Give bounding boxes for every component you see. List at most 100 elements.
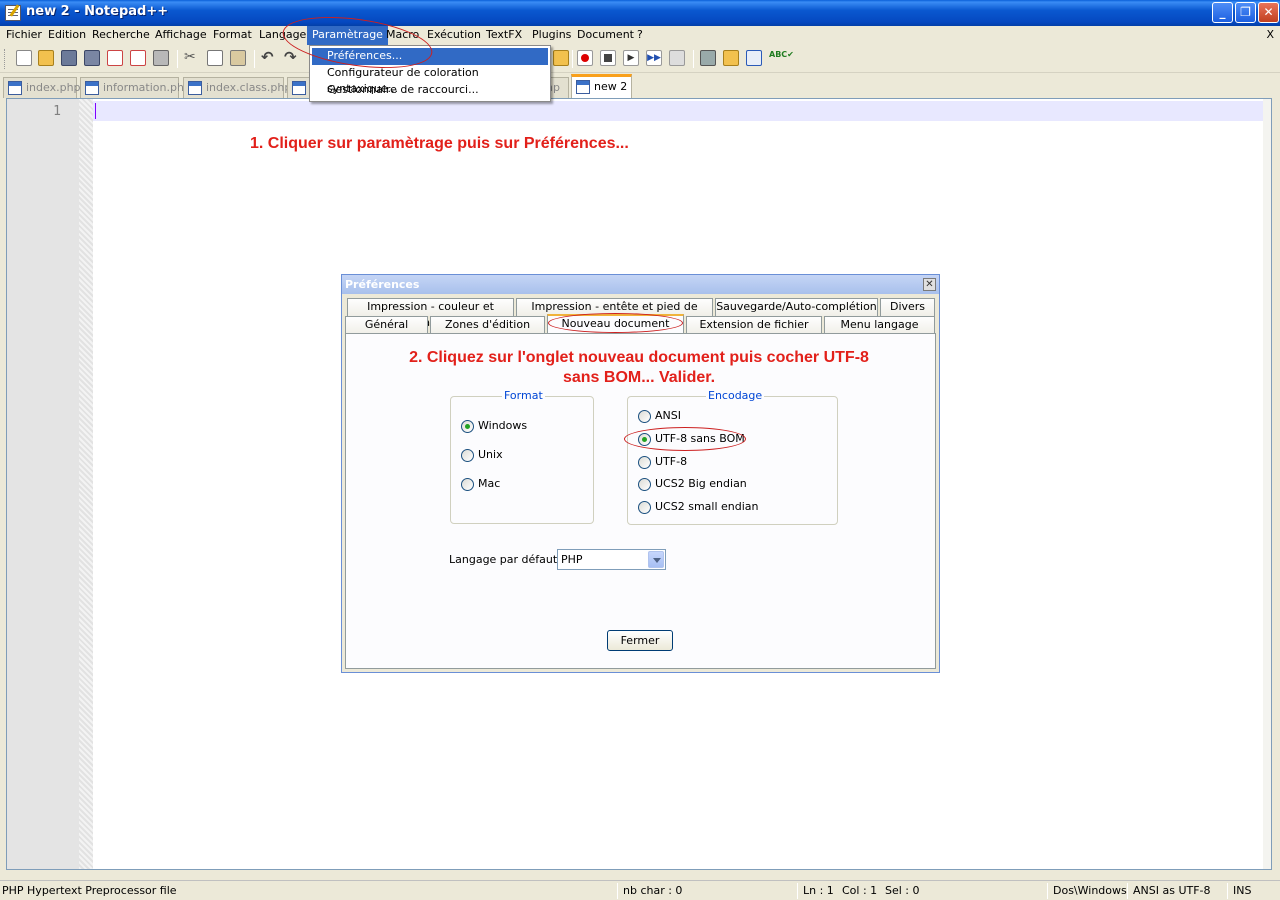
menu-affichage[interactable]: Affichage bbox=[150, 26, 212, 45]
menu-edition[interactable]: Edition bbox=[43, 26, 91, 45]
tab-menu-langage[interactable]: Menu langage bbox=[824, 316, 935, 334]
instruction-step-2: 2. Cliquez sur l'onglet nouveau document… bbox=[404, 348, 874, 388]
document-close-button[interactable]: X bbox=[1266, 26, 1274, 44]
radio-label: Mac bbox=[478, 477, 501, 490]
menu-textfx[interactable]: TextFX bbox=[481, 26, 527, 45]
radio-button[interactable] bbox=[638, 456, 651, 469]
radio-label: UCS2 Big endian bbox=[655, 477, 747, 490]
highlight-ellipse-nouveau-document bbox=[548, 313, 683, 333]
encodage-group-title: Encodage bbox=[706, 389, 765, 402]
vertical-scrollbar[interactable] bbox=[1263, 99, 1271, 869]
line-number-gutter: 1 bbox=[7, 99, 79, 869]
paste-icon[interactable] bbox=[230, 50, 246, 66]
php-file-icon bbox=[292, 81, 306, 95]
tab-divers[interactable]: Divers bbox=[880, 298, 935, 316]
new-file-icon[interactable] bbox=[16, 50, 32, 66]
stop-macro-icon[interactable] bbox=[600, 50, 616, 66]
default-language-select[interactable]: PHP bbox=[557, 549, 666, 570]
menu-item-style-configurator[interactable]: Configurateur de coloration syntaxique..… bbox=[312, 65, 548, 95]
undo-icon[interactable]: ↶ bbox=[261, 50, 277, 66]
toolbar-separator bbox=[693, 50, 694, 68]
status-selection: Sel : 0 bbox=[885, 884, 920, 897]
status-file-type: PHP Hypertext Preprocessor file bbox=[2, 884, 177, 897]
radio-label: ANSI bbox=[655, 409, 681, 422]
radio-label: UCS2 small endian bbox=[655, 500, 759, 513]
radio-button[interactable] bbox=[638, 501, 651, 514]
record-macro-icon[interactable] bbox=[577, 50, 593, 66]
minimize-button[interactable]: _ bbox=[1212, 2, 1233, 23]
menu-execution[interactable]: Exécution bbox=[422, 26, 486, 45]
toolbar: ✂ ↶ ↷ ▶ ▶▶ ABC✔ bbox=[0, 45, 1280, 73]
menu-plugins[interactable]: Plugins bbox=[527, 26, 576, 45]
redo-icon[interactable]: ↷ bbox=[284, 50, 300, 66]
tab-index-class-php[interactable]: index.class.php bbox=[183, 77, 291, 98]
radio-button[interactable] bbox=[638, 478, 651, 491]
tab-zones-edition[interactable]: Zones d'édition bbox=[430, 316, 545, 334]
status-line: Ln : 1 bbox=[803, 884, 834, 897]
status-separator bbox=[1047, 883, 1048, 899]
tab-extension-fichier[interactable]: Extension de fichier bbox=[686, 316, 822, 334]
dialog-close-button[interactable]: ✕ bbox=[923, 278, 936, 291]
menu-help[interactable]: ? bbox=[632, 26, 648, 45]
cut-icon[interactable]: ✂ bbox=[184, 50, 200, 66]
format-group-title: Format bbox=[502, 389, 545, 402]
tab-general[interactable]: Général bbox=[345, 316, 428, 334]
document-tab-bar: index.php information.php index.class.ph… bbox=[0, 74, 1280, 98]
radio-button[interactable] bbox=[461, 449, 474, 462]
status-separator bbox=[797, 883, 798, 899]
menu-item-shortcut-mapper[interactable]: Gestionnaire de raccourci... bbox=[312, 82, 548, 99]
save-macro-icon[interactable] bbox=[669, 50, 685, 66]
textfx-icon[interactable] bbox=[700, 50, 716, 66]
tab-hidden[interactable] bbox=[287, 77, 311, 98]
status-nb-char: nb char : 0 bbox=[623, 884, 683, 897]
preferences-dialog: Préférences ✕ Impression - couleur et ma… bbox=[341, 274, 940, 673]
tab-sauvegarde[interactable]: Sauvegarde/Auto-complétion bbox=[715, 298, 878, 316]
window-title: new 2 - Notepad++ bbox=[26, 4, 169, 19]
folder-icon[interactable] bbox=[723, 50, 739, 66]
tab-new-2[interactable]: new 2 bbox=[571, 74, 632, 98]
text-caret bbox=[95, 103, 96, 119]
menu-fichier[interactable]: Fichier bbox=[1, 26, 47, 45]
tab-label: information.php bbox=[103, 81, 191, 94]
play-macro-icon[interactable]: ▶ bbox=[623, 50, 639, 66]
line-number: 1 bbox=[53, 104, 61, 119]
php-file-icon bbox=[188, 81, 202, 95]
tab-index-php[interactable]: index.php bbox=[3, 77, 81, 98]
menu-document[interactable]: Document bbox=[572, 26, 639, 45]
file-icon bbox=[576, 80, 590, 94]
radio-label: Unix bbox=[478, 448, 503, 461]
fold-margin[interactable] bbox=[79, 99, 93, 869]
chevron-down-icon[interactable] bbox=[648, 551, 664, 568]
radio-button[interactable] bbox=[461, 420, 474, 433]
status-encoding: ANSI as UTF-8 bbox=[1133, 884, 1211, 897]
dialog-title-bar: Préférences ✕ bbox=[342, 275, 939, 294]
tab-impression-couleur[interactable]: Impression - couleur et marge bbox=[347, 298, 514, 329]
menu-bar: Fichier Edition Recherche Affichage Form… bbox=[0, 26, 1280, 45]
close-all-icon[interactable] bbox=[130, 50, 146, 66]
print-icon[interactable] bbox=[153, 50, 169, 66]
save-icon[interactable] bbox=[61, 50, 77, 66]
maximize-button[interactable]: ❐ bbox=[1235, 2, 1256, 23]
highlight-ellipse-utf8-sans-bom bbox=[624, 427, 746, 451]
copy-icon[interactable] bbox=[207, 50, 223, 66]
close-file-icon[interactable] bbox=[107, 50, 123, 66]
current-line-highlight bbox=[93, 101, 1271, 121]
save-all-icon[interactable] bbox=[84, 50, 100, 66]
spellcheck-icon[interactable]: ABC✔ bbox=[769, 50, 794, 66]
radio-button[interactable] bbox=[461, 478, 474, 491]
console-icon[interactable] bbox=[746, 50, 762, 66]
fermer-button[interactable]: Fermer bbox=[607, 630, 673, 651]
tab-information-php[interactable]: information.php bbox=[80, 77, 191, 98]
menu-recherche[interactable]: Recherche bbox=[87, 26, 155, 45]
title-bar: new 2 - Notepad++ _ ❐ ✕ bbox=[0, 0, 1280, 26]
close-button[interactable]: ✕ bbox=[1258, 2, 1279, 23]
menu-format[interactable]: Format bbox=[208, 26, 257, 45]
radio-button[interactable] bbox=[638, 410, 651, 423]
status-eol-format: Dos\Windows bbox=[1053, 884, 1127, 897]
status-separator bbox=[617, 883, 618, 899]
open-file-icon[interactable] bbox=[38, 50, 54, 66]
toolbar-grip[interactable] bbox=[4, 49, 7, 69]
status-separator bbox=[1127, 883, 1128, 899]
wrap-icon[interactable] bbox=[553, 50, 569, 66]
run-macro-multiple-icon[interactable]: ▶▶ bbox=[646, 50, 662, 66]
